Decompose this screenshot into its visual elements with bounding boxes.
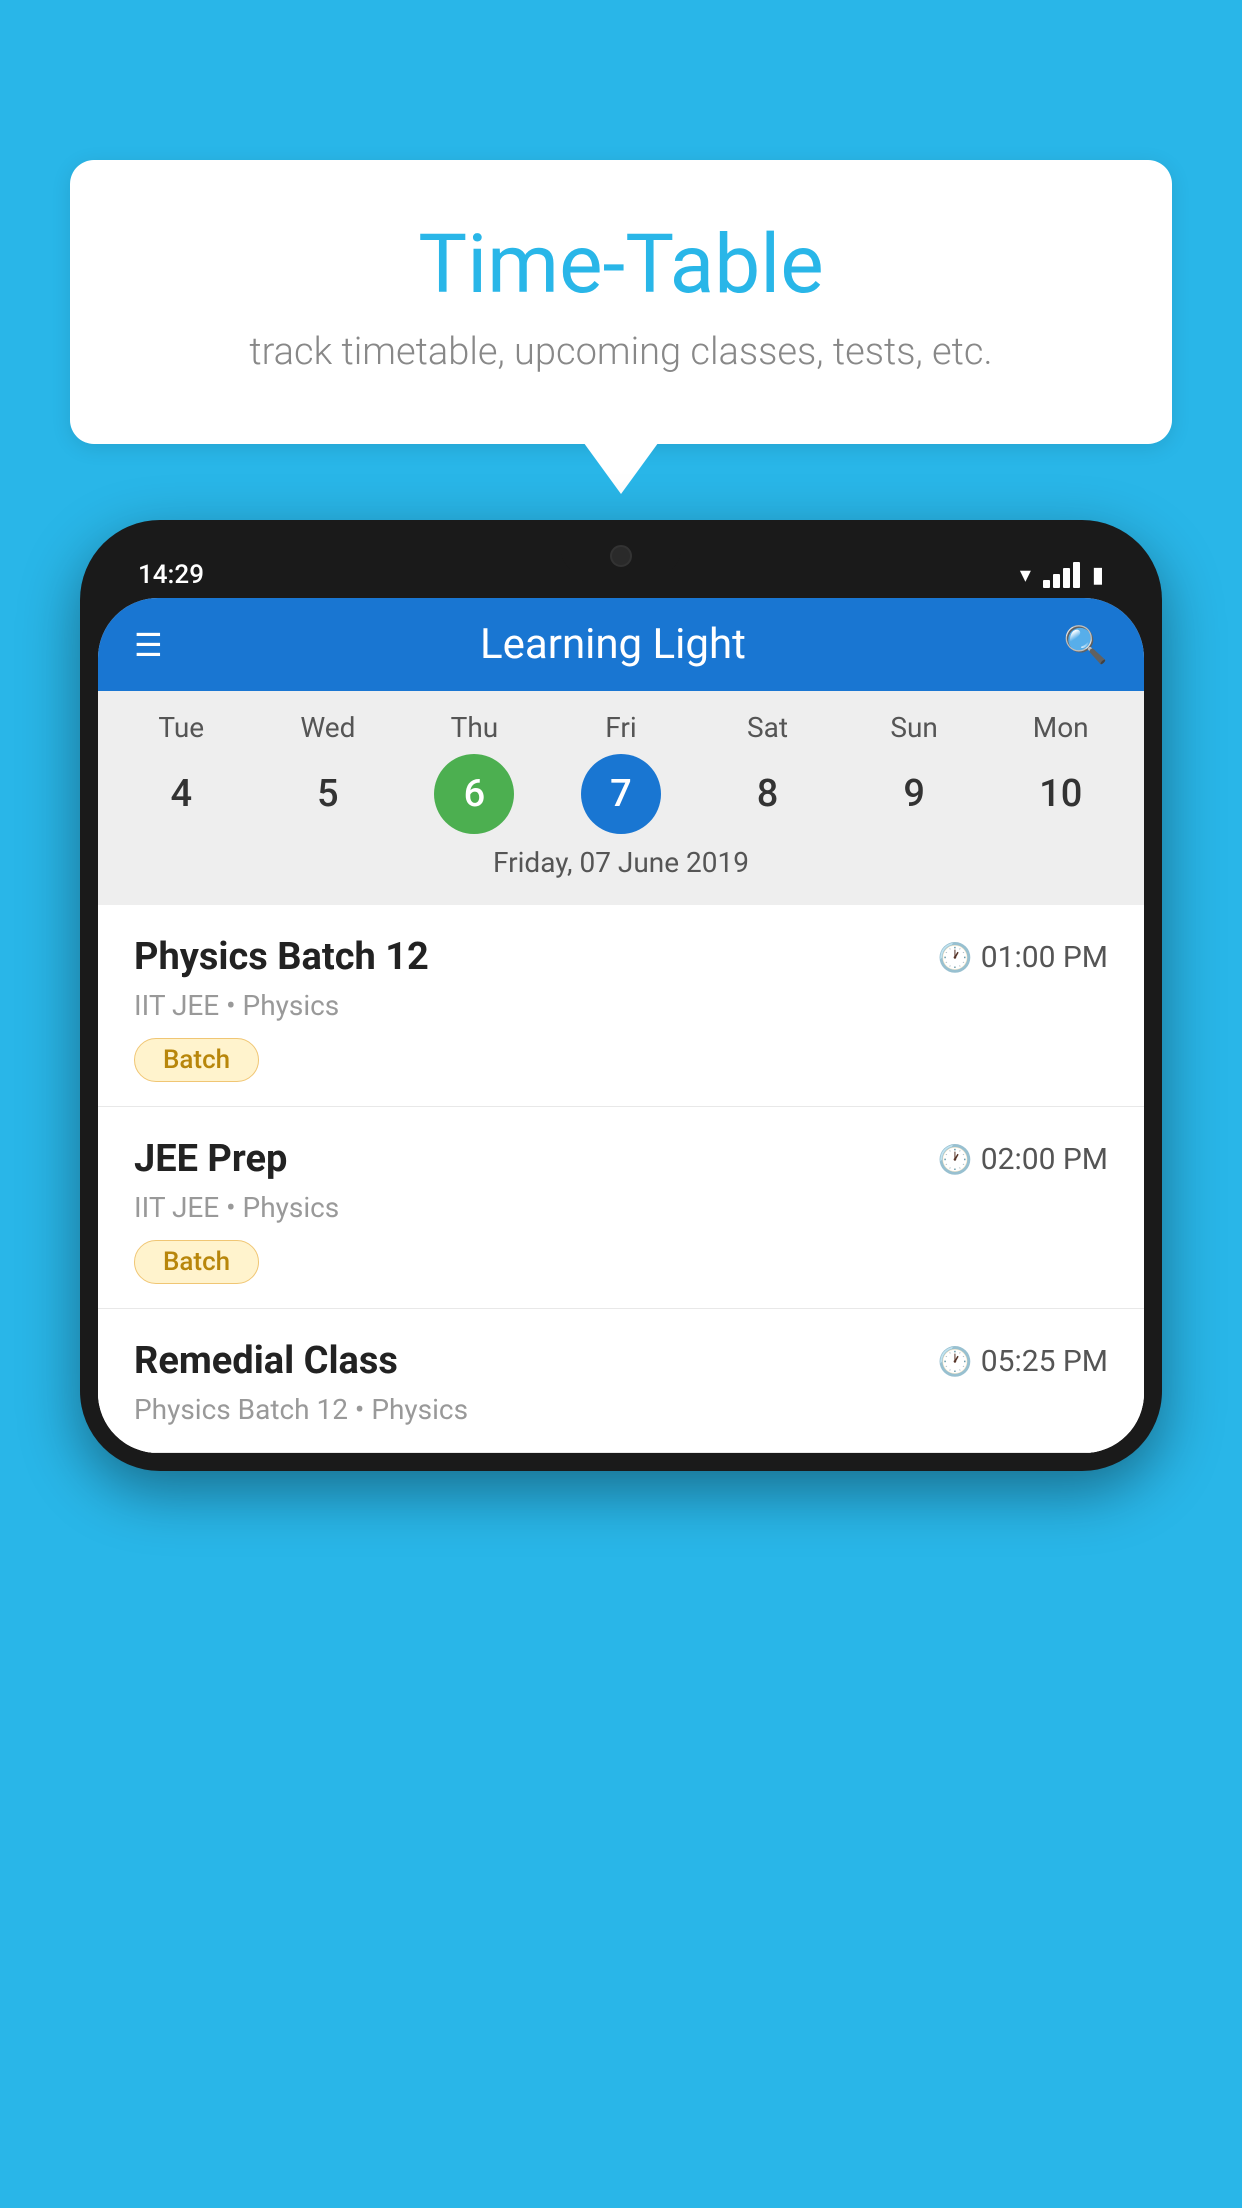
selected-date-label: Friday, 07 June 2019 <box>98 834 1144 895</box>
schedule-subject-1: IIT JEE • Physics <box>134 989 1108 1022</box>
clock-icon-2: 🕐 <box>938 1143 973 1176</box>
batch-tag-1: Batch <box>134 1038 259 1082</box>
day-name-tue: Tue <box>108 711 255 744</box>
bubble-title: Time-Table <box>150 220 1092 310</box>
menu-icon[interactable]: ☰ <box>134 626 163 664</box>
schedule-title-3: Remedial Class <box>134 1339 398 1383</box>
schedule-list: Physics Batch 12 🕐 01:00 PM IIT JEE • Ph… <box>98 905 1144 1453</box>
clock-icon-3: 🕐 <box>938 1345 973 1378</box>
app-title: Learning Light <box>480 620 746 669</box>
day-10[interactable]: 10 <box>1021 754 1101 834</box>
schedule-item-1-header: Physics Batch 12 🕐 01:00 PM <box>134 935 1108 979</box>
schedule-subject-2: IIT JEE • Physics <box>134 1191 1108 1224</box>
day-headers: Tue Wed Thu Fri Sat Sun Mon <box>98 711 1144 744</box>
day-7-selected[interactable]: 7 <box>581 754 661 834</box>
schedule-item-1[interactable]: Physics Batch 12 🕐 01:00 PM IIT JEE • Ph… <box>98 905 1144 1107</box>
speech-bubble-container: Time-Table track timetable, upcoming cla… <box>70 160 1172 444</box>
day-9[interactable]: 9 <box>874 754 954 834</box>
schedule-item-3[interactable]: Remedial Class 🕐 05:25 PM Physics Batch … <box>98 1309 1144 1453</box>
day-6-today[interactable]: 6 <box>434 754 514 834</box>
day-8[interactable]: 8 <box>728 754 808 834</box>
status-time: 14:29 <box>138 560 204 590</box>
day-name-sun: Sun <box>841 711 988 744</box>
signal-icon <box>1043 562 1080 588</box>
front-camera <box>610 545 632 567</box>
status-icons: ▾ ▮ <box>1020 562 1104 588</box>
day-name-fri: Fri <box>548 711 695 744</box>
schedule-item-2-header: JEE Prep 🕐 02:00 PM <box>134 1137 1108 1181</box>
schedule-item-3-header: Remedial Class 🕐 05:25 PM <box>134 1339 1108 1383</box>
day-name-thu: Thu <box>401 711 548 744</box>
phone-notch <box>561 538 681 574</box>
wifi-icon: ▾ <box>1020 563 1031 588</box>
speech-bubble: Time-Table track timetable, upcoming cla… <box>70 160 1172 444</box>
app-header: ☰ Learning Light 🔍 <box>98 598 1144 691</box>
batch-tag-2: Batch <box>134 1240 259 1284</box>
day-5[interactable]: 5 <box>288 754 368 834</box>
schedule-item-2[interactable]: JEE Prep 🕐 02:00 PM IIT JEE • Physics Ba… <box>98 1107 1144 1309</box>
battery-icon: ▮ <box>1092 563 1104 588</box>
schedule-title-2: JEE Prep <box>134 1137 287 1181</box>
bubble-subtitle: track timetable, upcoming classes, tests… <box>150 330 1092 374</box>
schedule-time-1: 🕐 01:00 PM <box>938 940 1108 975</box>
phone-screen: ☰ Learning Light 🔍 Tue Wed Thu Fri Sat S… <box>98 598 1144 1453</box>
day-numbers: 4 5 6 7 8 9 10 <box>98 754 1144 834</box>
day-name-mon: Mon <box>987 711 1134 744</box>
day-name-sat: Sat <box>694 711 841 744</box>
day-4[interactable]: 4 <box>141 754 221 834</box>
calendar-section: Tue Wed Thu Fri Sat Sun Mon 4 5 6 7 8 9 … <box>98 691 1144 905</box>
phone-wrapper: 14:29 ▾ ▮ ☰ <box>80 520 1162 2208</box>
schedule-time-2: 🕐 02:00 PM <box>938 1142 1108 1177</box>
schedule-title-1: Physics Batch 12 <box>134 935 429 979</box>
clock-icon-1: 🕐 <box>938 941 973 974</box>
day-name-wed: Wed <box>255 711 402 744</box>
status-bar: 14:29 ▾ ▮ <box>98 538 1144 598</box>
schedule-subject-3: Physics Batch 12 • Physics <box>134 1393 1108 1426</box>
search-icon[interactable]: 🔍 <box>1063 624 1108 666</box>
schedule-time-3: 🕐 05:25 PM <box>938 1344 1108 1379</box>
phone-device: 14:29 ▾ ▮ ☰ <box>80 520 1162 1471</box>
